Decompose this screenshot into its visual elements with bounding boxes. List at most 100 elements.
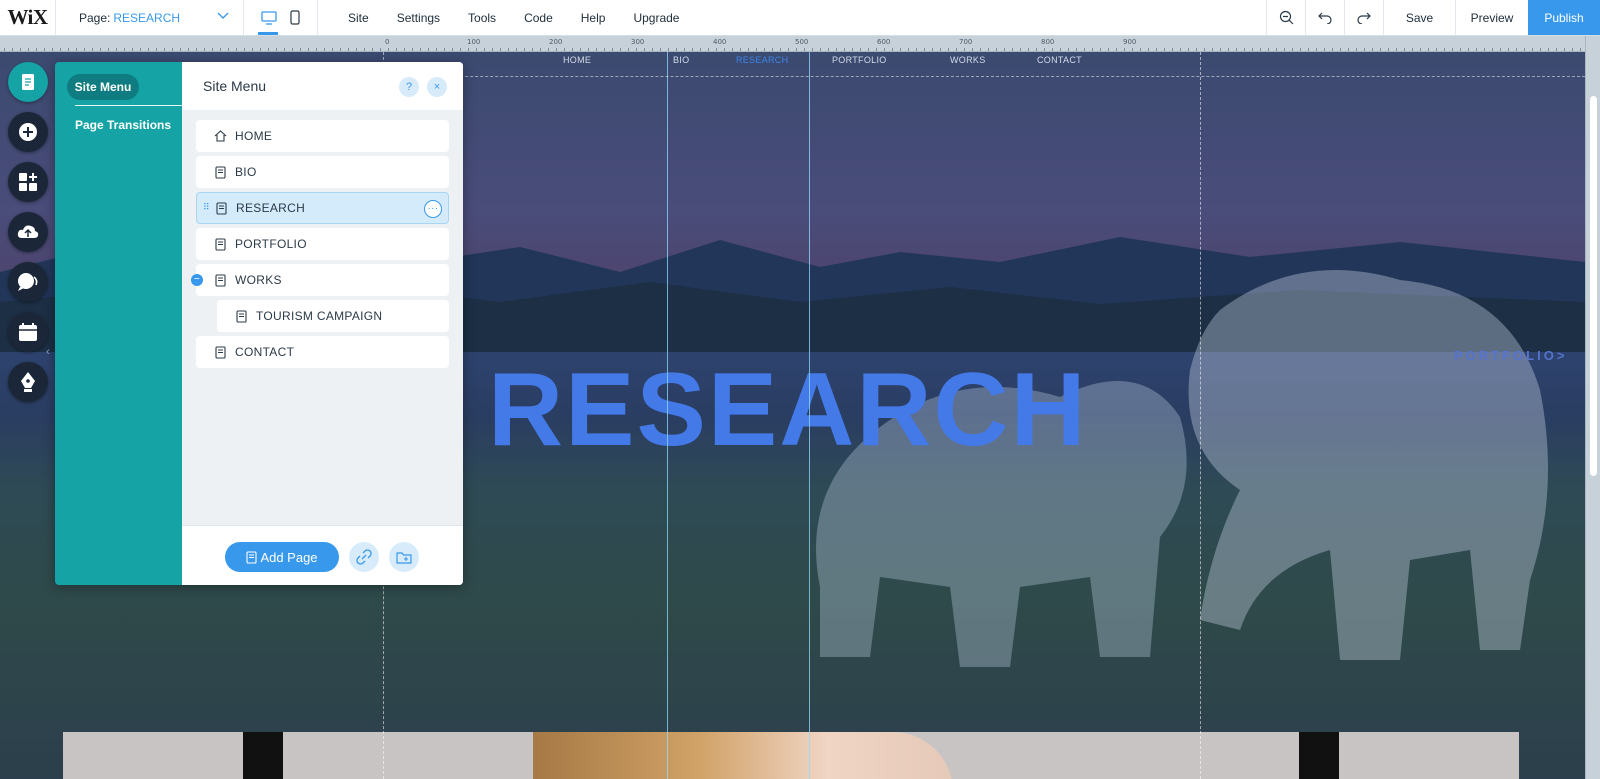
site-nav-contact[interactable]: CONTACT (1037, 55, 1082, 65)
pages-button[interactable] (8, 62, 48, 102)
drag-handle-icon[interactable]: ⠿ (203, 202, 210, 213)
site-nav-research[interactable]: RESEARCH (736, 55, 788, 65)
photo-side-bar-right (1299, 732, 1339, 779)
ruler-tick (12, 48, 13, 51)
ruler-tick (844, 48, 845, 51)
menu-tools[interactable]: Tools (454, 11, 510, 25)
preview-button[interactable]: Preview (1455, 0, 1528, 35)
ruler-label: 700 (959, 38, 973, 46)
ruler-tick (1580, 48, 1581, 51)
page-item-portfolio[interactable]: PORTFOLIO (196, 228, 449, 260)
ruler-tick (28, 48, 29, 51)
publish-button[interactable]: Publish (1528, 0, 1600, 35)
ruler-tick (796, 48, 797, 51)
menu-site[interactable]: Site (334, 11, 383, 25)
ruler-tick (1372, 48, 1373, 51)
ruler-tick (1380, 48, 1381, 51)
media-upload-button[interactable] (8, 212, 48, 252)
undo-button[interactable] (1305, 0, 1344, 35)
ruler-tick (1556, 48, 1557, 51)
ruler-tick (428, 48, 429, 51)
ruler-tick (1028, 48, 1029, 51)
ruler-tick (204, 48, 205, 51)
add-folder-button[interactable] (389, 542, 419, 572)
ruler-tick (484, 48, 485, 51)
ruler-tick (1132, 48, 1133, 51)
blog-button[interactable] (8, 362, 48, 402)
page-item-home[interactable]: HOME (196, 120, 449, 152)
page-item-research[interactable]: ⠿ RESEARCH ··· (196, 192, 449, 224)
close-button[interactable]: × (427, 77, 447, 97)
ruler-tick (124, 48, 125, 51)
guide-line[interactable] (809, 52, 810, 779)
ruler-tick (1260, 48, 1261, 51)
ruler-tick (244, 48, 245, 51)
redo-button[interactable] (1344, 0, 1383, 35)
profile-photo-strip[interactable] (63, 732, 1519, 779)
ruler-tick (876, 48, 877, 51)
page-item-contact[interactable]: CONTACT (196, 336, 449, 368)
top-bar: WiX Page: RESEARCH Site Settings Tools C… (0, 0, 1600, 36)
zoom-button[interactable] (1266, 0, 1305, 35)
ruler-tick (724, 48, 725, 51)
page-selector[interactable]: Page: RESEARCH (56, 0, 244, 35)
horizontal-ruler[interactable]: 0 100 200 300 400 500 600 700 800 900 (0, 36, 1600, 52)
wix-logo[interactable]: WiX (0, 0, 56, 35)
ruler-tick (908, 48, 909, 51)
chevron-down-icon (217, 12, 229, 19)
page-item-works[interactable]: − WORKS (191, 264, 449, 296)
menu-upgrade[interactable]: Upgrade (619, 11, 693, 25)
ruler-tick (516, 48, 517, 51)
ruler-tick (940, 48, 941, 51)
page-item-tourism-campaign[interactable]: TOURISM CAMPAIGN (217, 300, 449, 332)
add-apps-button[interactable] (8, 162, 48, 202)
ruler-tick (604, 48, 605, 51)
ruler-tick (1564, 48, 1565, 51)
apps-grid-icon (19, 173, 37, 191)
ruler-tick (1484, 48, 1485, 51)
save-button[interactable]: Save (1383, 0, 1455, 35)
page-item-bio[interactable]: BIO (196, 156, 449, 188)
ruler-tick (1532, 48, 1533, 51)
scrollbar-thumb[interactable] (1590, 96, 1597, 476)
vertical-scrollbar[interactable] (1585, 36, 1600, 779)
tab-site-menu[interactable]: Site Menu (67, 74, 139, 100)
site-nav-works[interactable]: WORKS (950, 55, 986, 65)
site-nav-bio[interactable]: BIO (673, 55, 689, 65)
ruler-label: 600 (877, 38, 891, 46)
mobile-icon[interactable] (290, 10, 300, 25)
hero-title[interactable]: RESEARCH (488, 358, 1088, 462)
desktop-icon[interactable] (261, 10, 277, 25)
ruler-tick (1044, 48, 1045, 51)
ruler-tick (1196, 48, 1197, 51)
menu-code[interactable]: Code (510, 11, 567, 25)
chat-button[interactable] (8, 262, 48, 302)
ruler-tick (1268, 48, 1269, 51)
ruler-tick (836, 48, 837, 51)
help-button[interactable]: ? (399, 77, 419, 97)
ruler-tick (1124, 48, 1125, 51)
bookings-button[interactable] (8, 312, 48, 352)
more-actions-button[interactable]: ··· (424, 200, 442, 218)
guide-right-margin[interactable] (1200, 52, 1201, 779)
ruler-tick (580, 48, 581, 51)
collapse-panel-icon[interactable]: ‹ (46, 346, 50, 358)
ruler-tick (1204, 48, 1205, 51)
portfolio-link[interactable]: PORTFOLIO> (1454, 348, 1567, 363)
site-nav-portfolio[interactable]: PORTFOLIO (832, 55, 887, 65)
tab-page-transitions[interactable]: Page Transitions (75, 118, 182, 132)
guide-line[interactable] (667, 52, 668, 779)
calendar-icon (19, 323, 37, 341)
ruler-tick (316, 48, 317, 51)
add-elements-button[interactable] (8, 112, 48, 152)
panel-content: Site Menu ? × HOME BIO ⠿ RESEARCH ··· PO… (182, 62, 463, 585)
ruler-label: 500 (795, 38, 809, 46)
collapse-subpages-button[interactable]: − (191, 274, 203, 286)
ruler-tick (652, 48, 653, 51)
menu-help[interactable]: Help (567, 11, 620, 25)
add-page-button[interactable]: Add Page (225, 542, 339, 572)
site-nav-home[interactable]: HOME (563, 55, 591, 65)
menu-settings[interactable]: Settings (383, 11, 454, 25)
add-link-button[interactable] (349, 542, 379, 572)
ruler-tick (1508, 48, 1509, 51)
